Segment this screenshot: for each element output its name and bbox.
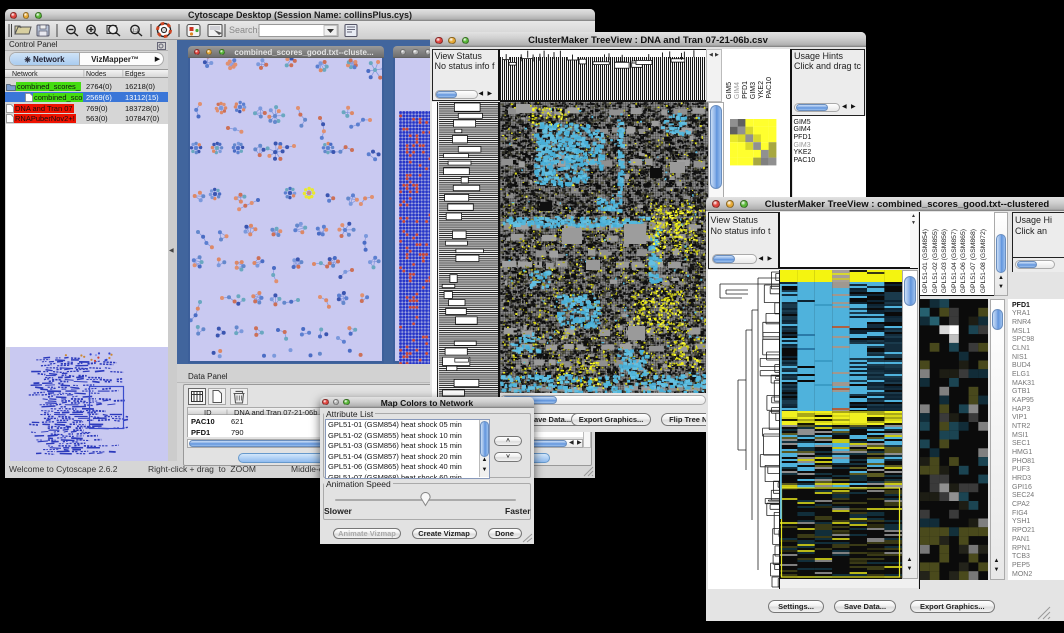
svg-text:Search:: Search: bbox=[229, 25, 260, 35]
svg-text:1:1: 1:1 bbox=[132, 28, 139, 33]
